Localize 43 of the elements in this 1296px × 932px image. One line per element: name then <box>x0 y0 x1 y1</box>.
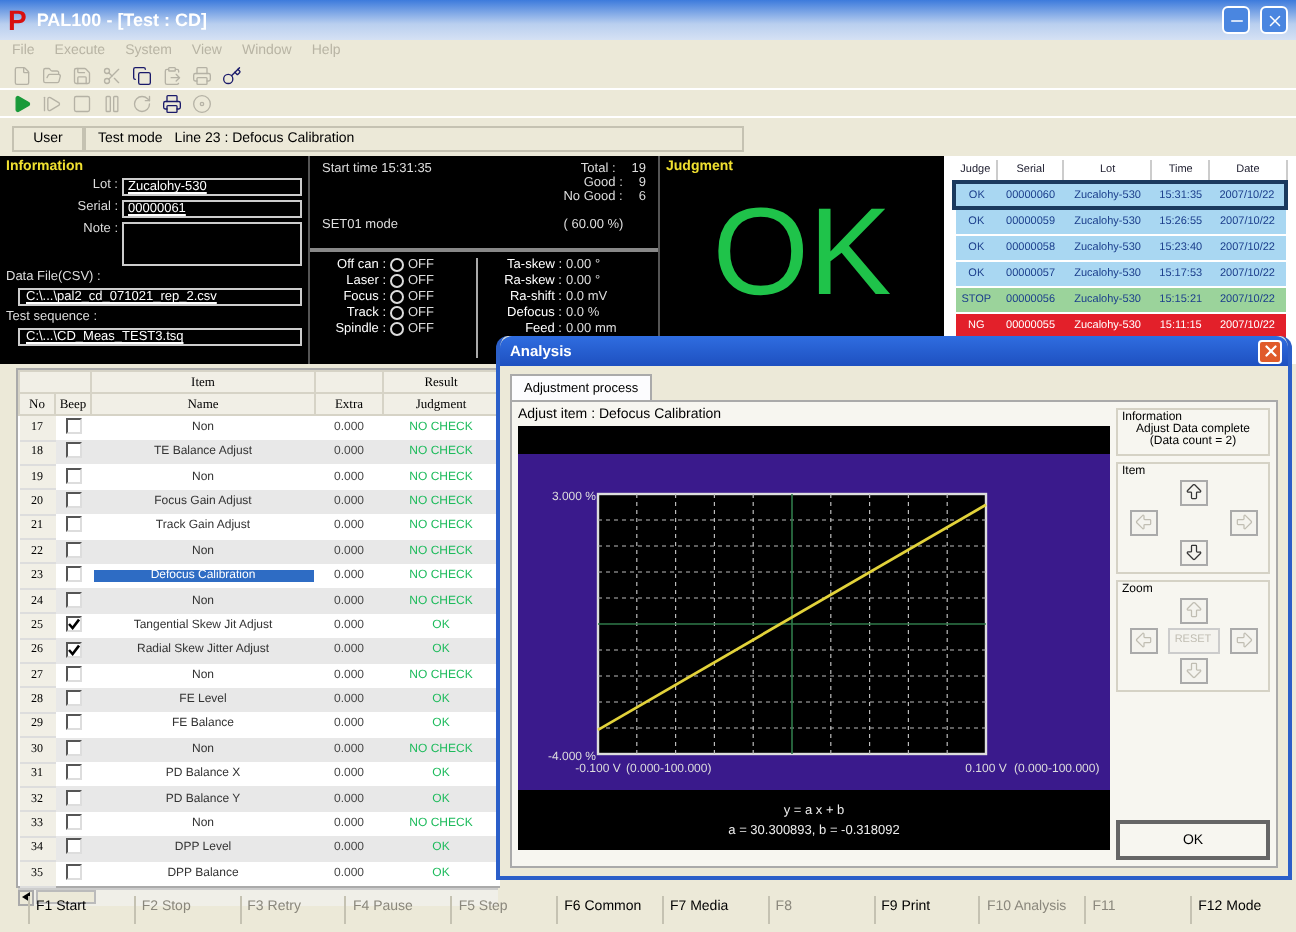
close-icon <box>1261 342 1279 360</box>
play-icon[interactable] <box>12 93 32 113</box>
up-arrow-icon <box>1183 482 1203 502</box>
beep-checkbox[interactable] <box>65 690 81 707</box>
down-arrow-button[interactable] <box>1179 539 1207 565</box>
close-icon <box>1265 11 1283 29</box>
app-logo: P <box>8 4 27 36</box>
beep-checkbox[interactable] <box>65 814 81 831</box>
beep-checkbox[interactable] <box>65 541 81 558</box>
beep-checkbox[interactable] <box>65 641 81 658</box>
beep-checkbox[interactable] <box>65 789 81 806</box>
beep-checkbox[interactable] <box>65 516 81 533</box>
beep-checkbox[interactable] <box>65 442 81 459</box>
beep-checkbox[interactable] <box>65 566 81 583</box>
beep-checkbox[interactable] <box>65 591 81 608</box>
right-arrow-icon <box>1233 512 1253 532</box>
up-arrow-button[interactable] <box>1179 479 1207 505</box>
beep-checkbox[interactable] <box>65 491 81 508</box>
beep-checkbox[interactable] <box>65 739 81 756</box>
note-field[interactable] <box>122 222 302 266</box>
minimize-button[interactable] <box>1222 6 1250 34</box>
window-title: PAL100 - [Test : CD] <box>36 10 210 30</box>
judgment-result: OK <box>710 182 894 326</box>
beep-checkbox[interactable] <box>65 665 81 682</box>
beep-checkbox[interactable] <box>65 616 81 633</box>
up-arrow-icon <box>1183 600 1203 620</box>
down-arrow-icon <box>1183 542 1203 562</box>
close-button[interactable] <box>1258 339 1282 363</box>
beep-checkbox[interactable] <box>65 714 81 731</box>
right-arrow-icon <box>1233 630 1253 650</box>
beep-checkbox[interactable] <box>65 838 81 855</box>
printer-icon[interactable] <box>162 93 182 113</box>
beep-checkbox[interactable] <box>65 467 81 484</box>
beep-checkbox[interactable] <box>65 863 81 880</box>
left-arrow-icon <box>1133 512 1153 532</box>
close-button[interactable] <box>1260 6 1288 34</box>
left-arrow-icon <box>1133 630 1153 650</box>
copy-icon[interactable] <box>132 65 152 85</box>
key-icon[interactable] <box>222 65 242 85</box>
scroll-left-button[interactable] <box>18 889 34 906</box>
beep-checkbox[interactable] <box>65 764 81 781</box>
beep-checkbox[interactable] <box>65 418 81 434</box>
down-arrow-icon <box>1183 660 1203 680</box>
